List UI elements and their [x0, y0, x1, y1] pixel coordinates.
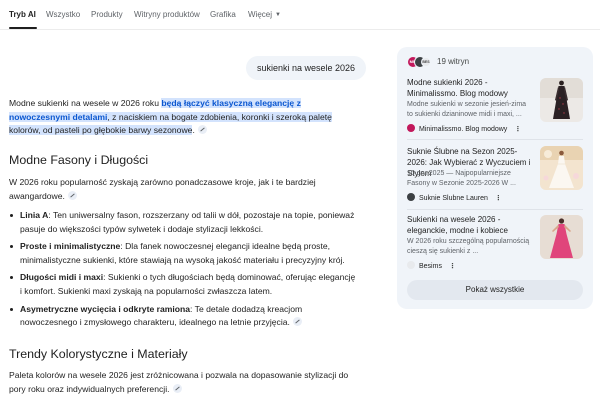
- show-all-button[interactable]: Pokaż wszystkie: [407, 280, 583, 300]
- link-icon[interactable]: [172, 383, 182, 393]
- link-icon[interactable]: [197, 125, 207, 135]
- fashion-bullets: Linia A: Ten uniwersalny fason, rozszerz…: [9, 209, 356, 330]
- tab-more[interactable]: Więcej ▼: [248, 10, 281, 19]
- intro-text: Modne sukienki na wesele w 2026 roku: [9, 98, 162, 108]
- pink-dress-image: [540, 215, 583, 259]
- source-site-name: Minimalissmo. Blog modowy: [419, 126, 508, 133]
- tab-products[interactable]: Produkty: [91, 10, 123, 19]
- source-thumbnail[interactable]: [540, 78, 583, 122]
- section-colors-text: Paleta kolorów na wesele 2026 jest zróżn…: [9, 369, 356, 396]
- search-mode-tabs: Tryb AI Wszystko Produkty Witryny produk…: [0, 0, 600, 30]
- source-title[interactable]: Modne sukienki 2026 - Minimalissmo. Blog…: [407, 77, 532, 99]
- site-favicon: [407, 193, 415, 201]
- sources-panel: MM BES 19 witryn Modne sukienki 2026 - M…: [397, 47, 593, 309]
- tab-more-label: Więcej: [248, 10, 273, 19]
- dark-dress-image: [540, 78, 583, 122]
- tab-ai-mode[interactable]: Tryb AI: [9, 10, 36, 19]
- source-thumbnail[interactable]: [540, 146, 583, 190]
- section-fashions-paragraph: W 2026 roku popularność zyskają zarówno …: [9, 176, 356, 203]
- section-fashions-text: W 2026 roku popularność zyskają zarówno …: [9, 176, 356, 203]
- source-snippet: 10 gru 2025 — Najpopularniejsze Fasony w…: [407, 170, 516, 187]
- sources-count: 19 witryn: [437, 57, 470, 66]
- list-item: Linia A: Ten uniwersalny fason, rozszerz…: [9, 209, 356, 236]
- bullet-term: Asymetryczne wycięcia i odkryte ramiona: [20, 303, 191, 314]
- section-heading-colors: Trendy Kolorystyczne i Materiały: [9, 347, 188, 361]
- chevron-down-icon: ▼: [275, 12, 281, 18]
- section-heading-fashions: Modne Fasony i Długości: [9, 153, 149, 167]
- source-title[interactable]: Sukienki na wesele 2026 - eleganckie, mo…: [407, 214, 532, 236]
- answer-intro: Modne sukienki na wesele w 2026 roku będ…: [9, 97, 356, 138]
- site-favicon: [407, 124, 415, 132]
- source-site: Besims ⋮: [407, 261, 456, 270]
- list-item: Proste i minimalistyczne: Dla fanek nowo…: [9, 240, 356, 267]
- link-icon[interactable]: [67, 190, 77, 200]
- more-options-icon[interactable]: ⋮: [495, 194, 502, 202]
- list-item: Długości midi i maxi: Sukienki o tych dł…: [9, 271, 356, 298]
- avatar: BES: [421, 57, 431, 67]
- section-fashions-paragraph-text: W 2026 roku popularność zyskają zarówno …: [9, 177, 316, 201]
- source-thumbnail[interactable]: [540, 215, 583, 259]
- intro-end: .: [192, 125, 195, 136]
- intro-paragraph: Modne sukienki na wesele w 2026 roku będ…: [9, 97, 356, 138]
- link-icon[interactable]: [292, 317, 302, 327]
- active-tab-indicator: [9, 27, 37, 29]
- user-query-bubble: sukienki na wesele 2026: [246, 56, 367, 80]
- list-item: Asymetryczne wycięcia i odkryte ramiona:…: [9, 303, 356, 330]
- bullet-text: : Ten uniwersalny fason, rozszerzany od …: [20, 210, 355, 234]
- tab-product-sites[interactable]: Witryny produktów: [134, 10, 200, 19]
- source-site: Suknie Slubne Lauren ⋮: [407, 193, 502, 202]
- source-site: Minimalissmo. Blog modowy ⋮: [407, 124, 521, 133]
- tab-images[interactable]: Grafika: [210, 10, 236, 19]
- bullet-term: Linia A: [20, 210, 49, 220]
- bullet-term: Proste i minimalistyczne: [20, 241, 121, 252]
- section-colors-paragraph: Paleta kolorów na wesele 2026 jest zróżn…: [9, 369, 356, 396]
- bullet-term: Długości midi i maxi: [20, 272, 104, 283]
- wedding-gown-image: [540, 146, 583, 190]
- divider: [407, 209, 583, 210]
- tab-all[interactable]: Wszystko: [46, 10, 80, 19]
- source-snippet: Modne sukienki w sezonie jesień-zima to …: [407, 101, 527, 118]
- more-options-icon[interactable]: ⋮: [514, 125, 521, 133]
- source-site-name: Besims: [419, 263, 442, 270]
- source-snippet: W 2026 roku szczególną popularnością cie…: [407, 238, 530, 255]
- source-avatars: MM BES: [407, 56, 431, 68]
- more-options-icon[interactable]: ⋮: [449, 262, 456, 270]
- divider: [407, 139, 583, 140]
- site-favicon: [407, 261, 415, 269]
- source-site-name: Suknie Slubne Lauren: [419, 195, 488, 202]
